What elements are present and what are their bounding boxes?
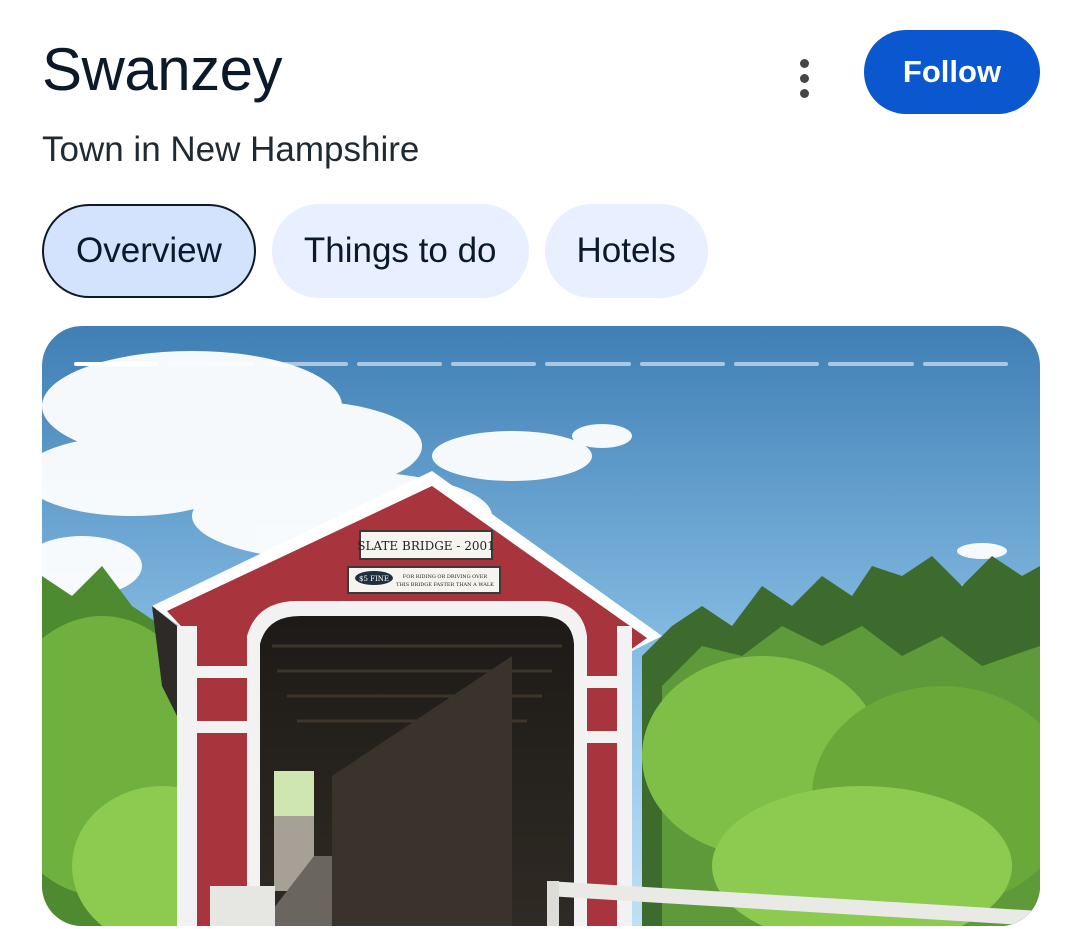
tab-bar: Overview Things to do Hotels xyxy=(42,204,708,298)
progress-segment xyxy=(828,362,914,366)
progress-segment xyxy=(356,362,443,366)
bridge-fine-text-1: FOR RIDING OR DRIVING OVER xyxy=(403,574,488,580)
tab-hotels[interactable]: Hotels xyxy=(544,204,708,298)
progress-segment xyxy=(922,362,1008,366)
tab-things-to-do[interactable]: Things to do xyxy=(271,204,529,298)
place-title: Swanzey xyxy=(42,36,282,103)
follow-button[interactable]: Follow xyxy=(864,30,1040,114)
bridge-fine-text-2: THIS BRIDGE FASTER THAN A WALK xyxy=(396,582,494,588)
progress-segment xyxy=(451,362,537,366)
covered-bridge-photo: SLATE BRIDGE - 2001 $5 FINE FOR RIDING O… xyxy=(42,326,1040,926)
carousel-progress xyxy=(74,362,1008,366)
progress-segment xyxy=(545,362,631,366)
progress-segment xyxy=(168,362,254,366)
more-vert-icon xyxy=(799,58,809,68)
progress-segment xyxy=(262,362,348,366)
more-options-button[interactable] xyxy=(778,52,830,104)
progress-segment xyxy=(639,362,726,366)
bridge-fine-amount: $5 FINE xyxy=(359,575,389,583)
progress-segment xyxy=(734,362,820,366)
progress-segment xyxy=(74,362,160,366)
tab-overview[interactable]: Overview xyxy=(42,204,256,298)
bridge-name-sign-text: SLATE BRIDGE - 2001 xyxy=(357,539,495,553)
place-subtitle: Town in New Hampshire xyxy=(42,130,420,169)
hero-image-carousel[interactable]: SLATE BRIDGE - 2001 $5 FINE FOR RIDING O… xyxy=(42,326,1040,926)
